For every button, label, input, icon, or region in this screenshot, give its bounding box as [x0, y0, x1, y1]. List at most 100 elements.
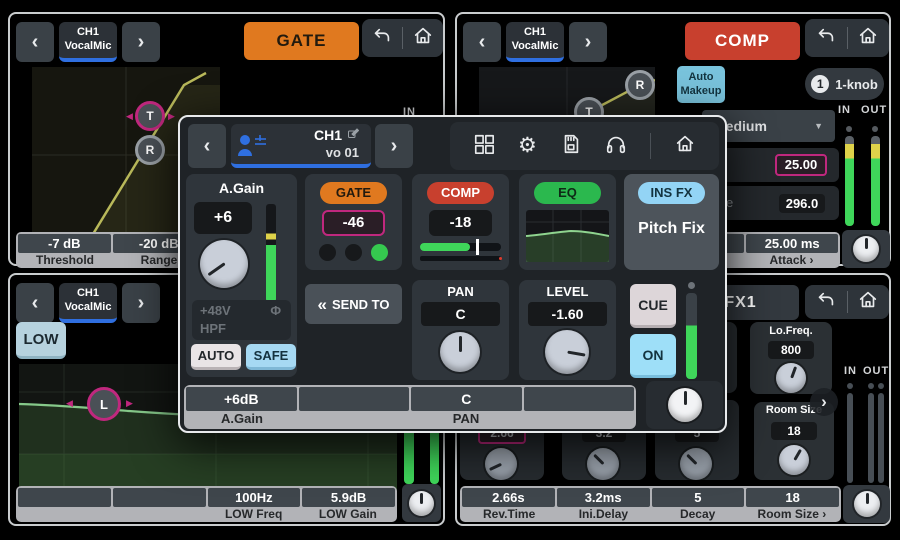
gear-icon[interactable]: ⚙ — [518, 135, 537, 157]
touch-knob-box[interactable] — [646, 381, 723, 429]
footer-cell-threshold[interactable]: -7 dB — [18, 234, 111, 253]
touch-knob-box[interactable] — [843, 485, 890, 523]
footer-cell[interactable] — [524, 387, 635, 411]
footer-cell-inidelay[interactable]: 3.2ms — [557, 488, 650, 507]
pan-knob[interactable] — [440, 332, 480, 372]
gate-title-button[interactable]: GATE — [244, 22, 359, 60]
pan-block: PAN C — [412, 280, 509, 380]
eq-low-band-handle[interactable]: L — [87, 387, 121, 421]
comp-param-value-1[interactable]: 25.00 — [775, 154, 827, 176]
next-channel-button[interactable]: › — [122, 283, 160, 323]
out-meter-label: OUT — [861, 104, 887, 116]
touch-knob-box[interactable] — [402, 484, 441, 522]
chevron-right-icon: › — [822, 507, 826, 521]
out-clip-dot — [872, 126, 878, 132]
insert-fx-block[interactable]: INS FX Pitch Fix — [624, 174, 719, 270]
level-knob[interactable] — [545, 330, 589, 374]
auto-makeup-button[interactable]: Auto Makeup — [677, 66, 725, 103]
save-storage-icon[interactable] — [560, 133, 582, 160]
footer-cell-revtime[interactable]: 2.66s — [462, 488, 555, 507]
footer-label: Ini.Delay — [556, 507, 650, 521]
gate-led-open — [371, 244, 388, 261]
auto-gain-button[interactable]: AUTO — [191, 344, 241, 370]
home-icon[interactable] — [412, 25, 434, 52]
level-value[interactable]: -1.60 — [528, 302, 607, 326]
footer-cell-decay[interactable]: 5 — [652, 488, 745, 507]
footer-cell-attack[interactable]: 25.00 ms — [746, 234, 838, 253]
footer-cell-pan[interactable]: C — [411, 387, 522, 411]
footer-cell-low-gain[interactable]: 5.9dB — [302, 488, 395, 507]
comp-ratio-handle[interactable]: R — [625, 70, 655, 100]
pan-value[interactable]: C — [421, 302, 500, 326]
roomsize-knob[interactable] — [779, 445, 809, 475]
footer-cell[interactable] — [18, 488, 111, 507]
footer-cell[interactable] — [113, 488, 206, 507]
roomsize-value[interactable]: 18 — [771, 422, 817, 440]
undo-icon[interactable] — [815, 25, 837, 52]
again-knob[interactable] — [200, 240, 248, 288]
next-channel-button[interactable]: › — [569, 22, 607, 62]
edit-icon[interactable] — [347, 128, 359, 144]
prev-channel-button[interactable]: ‹ — [16, 22, 54, 62]
gate-threshold-handle[interactable]: T — [135, 101, 165, 131]
gate-led — [319, 244, 336, 261]
on-button[interactable]: ON — [630, 334, 676, 378]
gate-range-handle[interactable]: R — [135, 135, 165, 165]
out-meter — [868, 393, 874, 483]
phase-button[interactable]: Φ — [270, 303, 281, 318]
gate-mini-block[interactable]: GATE -46 — [305, 174, 402, 270]
footer-cell-roomsize[interactable]: 18 — [746, 488, 839, 507]
prev-channel-button[interactable]: ‹ — [463, 22, 501, 62]
home-icon[interactable] — [674, 133, 696, 160]
channel-select-button[interactable]: CH1 VocalMic — [59, 22, 117, 62]
comp-param-value-2[interactable]: 296.0 — [779, 194, 825, 213]
comp-gr-meter — [420, 243, 501, 251]
next-channel-button[interactable]: › — [375, 124, 413, 168]
hpf-button[interactable]: HPF — [200, 321, 226, 336]
prev-channel-button[interactable]: ‹ — [188, 124, 226, 168]
in-meter-label: IN — [844, 365, 857, 377]
overlay-channel-label: vo 01 — [326, 145, 359, 161]
gate-threshold-value[interactable]: -46 — [322, 210, 385, 236]
channel-select-button[interactable]: CH1 VocalMic — [506, 22, 564, 62]
one-knob-button[interactable]: 1 1-knob — [805, 68, 884, 100]
undo-icon[interactable] — [815, 289, 837, 316]
again-value[interactable]: +6 — [194, 202, 252, 234]
eq-band-low-button[interactable]: LOW — [16, 322, 66, 359]
comp-mini-block[interactable]: COMP -18 — [412, 174, 509, 270]
safe-button[interactable]: SAFE — [246, 344, 296, 370]
system-button-group — [362, 19, 443, 57]
headphones-icon[interactable] — [605, 133, 627, 160]
page-next-button[interactable]: › — [810, 388, 838, 416]
footer-label — [298, 411, 410, 427]
handle-arrow-right: ▶ — [126, 398, 133, 408]
footer-cell-low-freq[interactable]: 100Hz — [208, 488, 301, 507]
home-icon[interactable] — [857, 25, 879, 52]
lofreq-value[interactable]: 800 — [768, 341, 814, 359]
footer-cell[interactable] — [299, 387, 410, 411]
lofreq-knob[interactable] — [776, 363, 806, 393]
comp-threshold-value[interactable]: -18 — [429, 210, 492, 236]
channel-select-button[interactable]: CH1 VocalMic — [59, 283, 117, 323]
comp-title-button[interactable]: COMP — [685, 22, 800, 60]
phantom-48v-button[interactable]: +48V — [200, 303, 231, 318]
next-channel-button[interactable]: › — [122, 22, 160, 62]
comp-threshold-marker — [476, 239, 479, 255]
eq-mini-block[interactable]: EQ — [519, 174, 616, 270]
channel-clip-dot — [688, 282, 695, 289]
footer-cell-again[interactable]: +6dB — [186, 387, 297, 411]
touch-knob-box[interactable] — [842, 230, 890, 268]
home-icon[interactable] — [857, 289, 879, 316]
send-to-button[interactable]: « SEND TO — [305, 284, 402, 324]
divider — [402, 27, 403, 49]
prev-channel-button[interactable]: ‹ — [16, 283, 54, 323]
comp-pill: COMP — [427, 182, 494, 204]
inidelay-knob[interactable] — [587, 448, 619, 480]
chevron-right-icon: › — [810, 253, 814, 267]
cue-button[interactable]: CUE — [630, 284, 676, 328]
undo-icon[interactable] — [371, 25, 393, 52]
channel-name-button[interactable]: CH1 vo 01 — [231, 124, 371, 168]
grid-menu-icon[interactable] — [473, 133, 495, 160]
revtime-knob[interactable] — [485, 448, 517, 480]
decay-knob[interactable] — [680, 448, 712, 480]
